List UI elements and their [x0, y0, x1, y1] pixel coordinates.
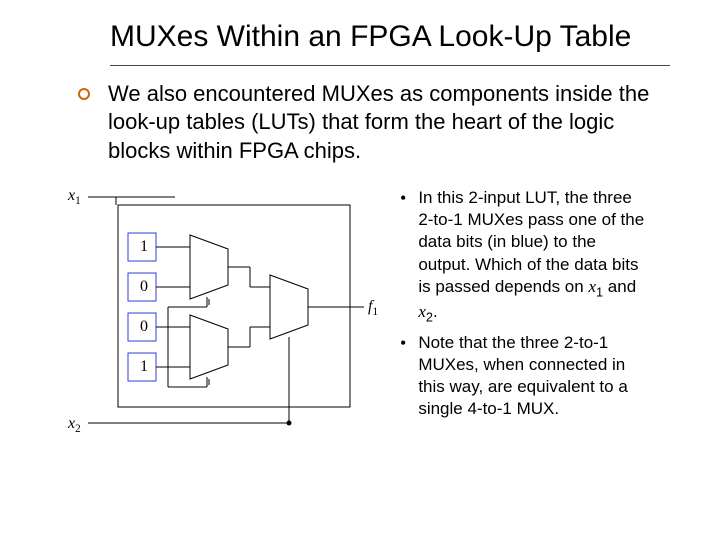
note-item: • Note that the three 2-to-1 MUXes, when…	[400, 332, 650, 420]
slide: MUXes Within an FPGA Look-Up Table We al…	[0, 0, 720, 467]
slide-title: MUXes Within an FPGA Look-Up Table	[60, 20, 680, 55]
diagram-svg	[60, 187, 400, 447]
lower-row: x1 x2 f1 1 0 0 1	[60, 187, 680, 447]
bullet-icon	[78, 88, 90, 100]
bullet-dot-icon: •	[400, 187, 418, 325]
body-text: We also encountered MUXes as components …	[108, 80, 680, 166]
note-text: Note that the three 2-to-1 MUXes, when c…	[418, 332, 650, 420]
note-item: • In this 2-input LUT, the three 2-to-1 …	[400, 187, 650, 325]
bullet-dot-icon: •	[400, 332, 418, 420]
body-row: We also encountered MUXes as components …	[60, 80, 680, 166]
title-underline	[110, 65, 670, 66]
lut-diagram: x1 x2 f1 1 0 0 1	[60, 187, 400, 447]
notes: • In this 2-input LUT, the three 2-to-1 …	[400, 187, 680, 447]
note-text: In this 2-input LUT, the three 2-to-1 MU…	[418, 187, 650, 325]
